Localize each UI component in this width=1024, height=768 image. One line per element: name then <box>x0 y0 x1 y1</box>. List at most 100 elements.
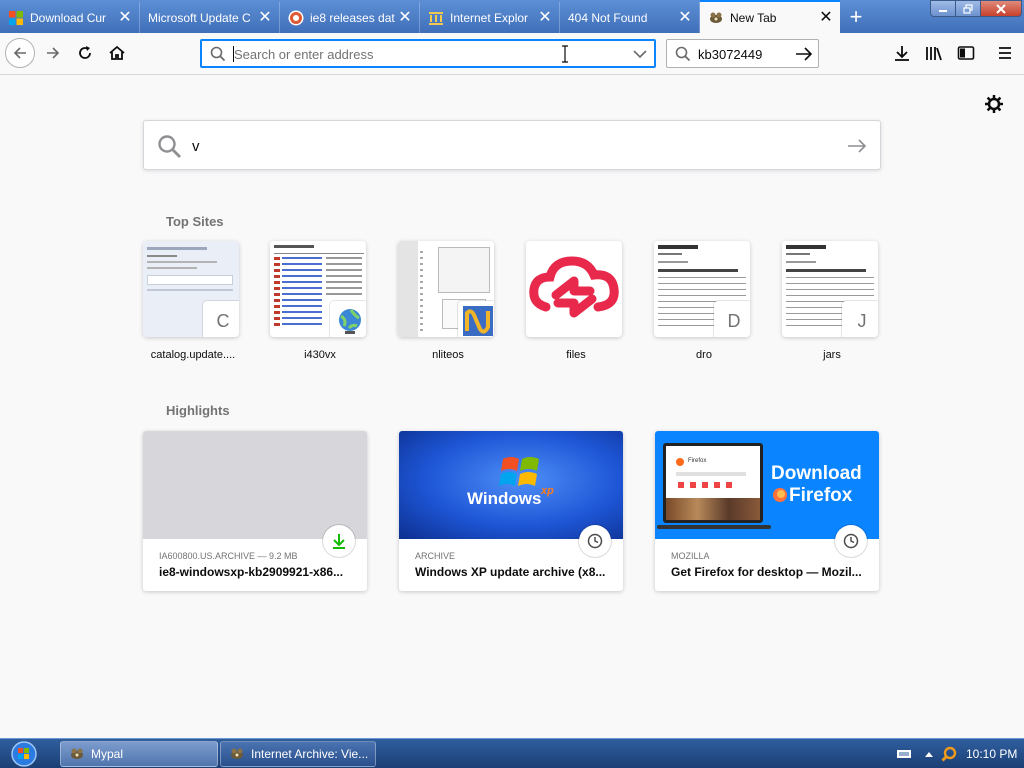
top-site-label: i430vx <box>304 349 336 361</box>
tab-title: Microsoft Update C <box>148 10 251 25</box>
close-tab-icon[interactable]: ✕ <box>677 9 693 26</box>
highlight-thumbnail <box>143 431 367 539</box>
tab-404-not-found[interactable]: 404 Not Found ✕ <box>560 2 700 33</box>
highlight-card[interactable]: Windows xp ARCHIVE Windows XP update arc… <box>399 431 623 591</box>
tab-strip: Download Cur ✕ Microsoft Update C ✕ ie8 … <box>0 0 1024 33</box>
chevron-down-icon[interactable] <box>633 49 647 59</box>
forward-arrow-icon <box>47 47 60 59</box>
reload-button[interactable] <box>70 38 100 68</box>
minimize-icon <box>939 9 947 12</box>
search-bar[interactable]: kb3072449 <box>666 39 819 68</box>
top-site-thumbnail: D <box>654 241 750 337</box>
highlight-thumbnail: Windows xp <box>399 431 623 539</box>
navigation-toolbar: Search or enter address kb3072449 <box>0 33 1024 75</box>
top-site-thumbnail <box>270 241 366 337</box>
firefox-small-wordmark: Firefox <box>688 458 707 464</box>
back-button[interactable] <box>5 38 35 68</box>
windows-flag-icon <box>499 457 539 486</box>
clock[interactable]: 10:10 PM <box>966 747 1017 761</box>
taskbar-button-mypal[interactable]: Mypal <box>60 741 218 767</box>
taskbar-button-internet-archive[interactable]: Internet Archive: Vie... <box>220 741 376 767</box>
xp-wordmark: xp <box>541 485 554 497</box>
address-bar[interactable]: Search or enter address <box>200 39 656 68</box>
text-cursor-icon <box>562 45 568 63</box>
close-icon <box>996 3 1006 14</box>
maximize-button[interactable] <box>955 0 981 17</box>
web-search-value: v <box>192 138 200 155</box>
tab-title: Internet Explor <box>450 10 529 25</box>
search-icon <box>675 46 691 62</box>
top-site-label: dro <box>696 349 712 361</box>
customize-button[interactable] <box>984 94 1004 114</box>
top-site-letter-badge: D <box>714 301 750 337</box>
show-hidden-icons-icon[interactable] <box>922 745 936 763</box>
highlight-context: ARCHIVE <box>415 551 456 561</box>
search-submit-arrow-icon[interactable] <box>847 138 867 154</box>
highlight-title: Windows XP update archive (x8... <box>415 565 606 579</box>
internet-archive-icon <box>428 10 444 26</box>
new-tab-page: v Top Sites C catalog.update.... i430vx … <box>0 75 1024 738</box>
duckduckgo-icon <box>288 10 304 26</box>
tab-title: ie8 releases dat <box>310 10 395 25</box>
sidebar-button[interactable] <box>951 38 981 68</box>
hamburger-menu-icon <box>999 47 1011 59</box>
top-site-label: jars <box>823 349 841 361</box>
highlight-context: IA600800.US.ARCHIVE — 9.2 MB <box>159 551 298 561</box>
close-tab-icon[interactable]: ✕ <box>117 9 133 26</box>
search-tray-icon[interactable] <box>940 745 958 763</box>
top-site-tile[interactable]: i430vx <box>270 241 370 361</box>
tab-microsoft-update[interactable]: Microsoft Update C ✕ <box>140 2 280 33</box>
library-button[interactable] <box>919 38 949 68</box>
tab-download-cur[interactable]: Download Cur ✕ <box>0 2 140 33</box>
top-site-tile[interactable]: D dro <box>654 241 754 361</box>
highlight-card[interactable]: Firefox Download Firefox MOZILLA Get Fir… <box>655 431 879 591</box>
menu-button[interactable] <box>990 38 1020 68</box>
address-placeholder: Search or enter address <box>234 47 374 62</box>
go-arrow-icon[interactable] <box>795 47 813 61</box>
close-tab-icon[interactable]: ✕ <box>537 9 553 26</box>
taskbar-button-label: Internet Archive: Vie... <box>251 747 369 761</box>
forward-button[interactable] <box>38 38 68 68</box>
microsoft-logo-icon <box>8 10 24 26</box>
windows-start-orb-icon <box>11 741 37 767</box>
close-tab-icon[interactable]: ✕ <box>818 9 834 26</box>
highlight-title: ie8-windowsxp-kb2909921-x86... <box>159 565 344 579</box>
clock-icon <box>835 525 867 557</box>
top-site-tile[interactable]: J jars <box>782 241 882 361</box>
tab-title: Download Cur <box>30 10 107 25</box>
laptop-screenshot: Firefox <box>663 443 763 523</box>
top-site-tile[interactable]: C catalog.update.... <box>143 241 243 361</box>
minimize-button[interactable] <box>930 0 956 17</box>
firefox-logo-icon <box>773 488 787 502</box>
sidebar-icon <box>957 46 975 60</box>
top-site-letter-badge: J <box>842 301 878 337</box>
tab-ie8-releases[interactable]: ie8 releases dat ✕ <box>280 2 420 33</box>
web-search-box[interactable]: v <box>143 120 881 170</box>
top-site-tile[interactable]: files <box>526 241 626 361</box>
keyboard-tray-icon[interactable] <box>896 745 912 763</box>
highlight-title: Get Firefox for desktop — Mozil... <box>671 565 862 579</box>
top-site-tile[interactable]: nliteos <box>398 241 498 361</box>
tab-title: New Tab <box>730 10 777 25</box>
start-button[interactable] <box>6 740 42 768</box>
search-icon <box>158 135 181 158</box>
mypal-icon <box>71 748 83 759</box>
highlight-card[interactable]: IA600800.US.ARCHIVE — 9.2 MB ie8-windows… <box>143 431 367 591</box>
firefox-heading: Firefox <box>789 485 853 506</box>
downloads-button[interactable] <box>887 38 917 68</box>
back-arrow-icon <box>13 47 26 59</box>
gear-icon <box>985 95 1003 113</box>
close-window-button[interactable] <box>980 0 1022 17</box>
reload-icon <box>79 46 91 59</box>
home-button[interactable] <box>102 38 132 68</box>
tab-title: 404 Not Found <box>568 10 648 25</box>
tab-new-tab[interactable]: New Tab ✕ <box>700 0 840 33</box>
close-tab-icon[interactable]: ✕ <box>257 9 273 26</box>
restore-icon <box>963 3 973 14</box>
close-tab-icon[interactable]: ✕ <box>397 9 413 26</box>
windows-wordmark: Windows <box>467 489 542 508</box>
clock-icon <box>579 525 611 557</box>
tab-internet-explorer[interactable]: Internet Explor ✕ <box>420 2 560 33</box>
top-site-label: nliteos <box>432 349 464 361</box>
new-tab-button[interactable]: + <box>843 4 869 30</box>
